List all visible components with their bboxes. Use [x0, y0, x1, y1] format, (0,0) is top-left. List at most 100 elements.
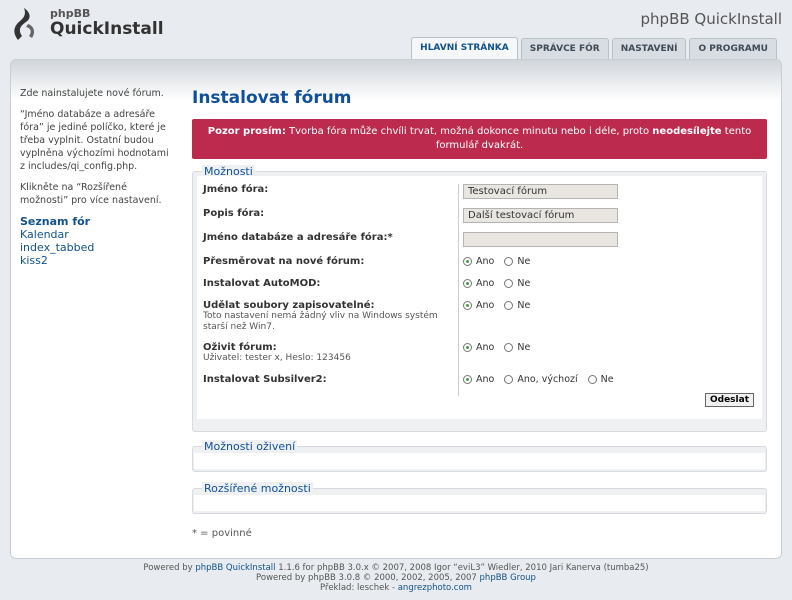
redirect-no-radio[interactable]: Ne [504, 256, 530, 267]
radio-dot [504, 343, 514, 352]
subsilver-label: Instalovat Subsilver2: [203, 374, 459, 396]
radio-label: Ne [517, 342, 531, 353]
row-db-name: Jméno databáze a adresáře fóra:* [203, 232, 756, 256]
tab-board-manager[interactable]: SPRÁVCE FÓR [520, 38, 609, 59]
radio-dot [504, 301, 514, 310]
board-name-input[interactable] [463, 184, 618, 199]
radio-label: Ano, výchozí [517, 374, 578, 385]
radio-dot [463, 375, 472, 384]
radio-dot [504, 375, 514, 384]
populate-options-legend[interactable]: Možnosti oživení [202, 440, 298, 453]
phpbb-logo-icon [14, 8, 35, 40]
populate-label-wrap: Oživit fórum: Uživatel: tester x, Heslo: … [203, 342, 459, 374]
header: phpBB QuickInstall phpBB QuickInstall HL… [0, 0, 792, 60]
translator-link[interactable]: angrezphoto.com [398, 583, 472, 593]
footer-line-3: Překlad: leschek - angrezphoto.com [0, 583, 792, 593]
advanced-options-body [194, 495, 765, 511]
redirect-label: Přesměrovat na nové fórum: [203, 256, 459, 278]
radio-label: Ne [600, 374, 614, 385]
radio-dot [463, 279, 472, 288]
sidebar-note: “Jméno databáze a adresáře fóra” je jedi… [20, 109, 169, 172]
row-populate: Oživit fórum: Uživatel: tester x, Heslo: … [203, 342, 756, 374]
board-list-title: Seznam fór [20, 215, 91, 228]
radio-label: Ne [517, 300, 531, 311]
advanced-options-fieldset[interactable]: Rozšířené možnosti [192, 482, 767, 514]
radio-label: Ne [517, 278, 531, 289]
radio-dot [587, 375, 597, 384]
footer-quickinstall-credit: 1.1.6 for phpBB 3.0.x © 2007, 2008 Igor … [278, 563, 649, 573]
writable-no-radio[interactable]: Ne [504, 300, 530, 311]
radio-dot [504, 257, 514, 266]
footer-powered-prefix: Powered by [143, 563, 193, 573]
sidebar-advanced-hint: Klikněte na “Rozšířené možnosti” pro víc… [20, 182, 162, 206]
automod-label: Instalovat AutoMOD: [203, 278, 459, 300]
main-content: Instalovat fórum Pozor prosím: Tvorba fó… [192, 86, 767, 514]
subsilver-yes-radio[interactable]: Ano [463, 374, 494, 385]
db-name-label: Jméno databáze a adresáře fóra:* [203, 232, 459, 256]
warning-box: Pozor prosím: Tvorba fóra může chvíli tr… [192, 119, 767, 159]
board-link-index-tabbed[interactable]: index_tabbed [20, 241, 170, 254]
main-tabs: HLAVNÍ STRÁNKA SPRÁVCE FÓR NASTAVENÍ O P… [411, 37, 777, 60]
automod-no-radio[interactable]: Ne [504, 278, 530, 289]
row-board-name: Jméno fóra: [203, 184, 756, 208]
phpbb-logo[interactable]: phpBB QuickInstall [10, 4, 164, 44]
populate-no-radio[interactable]: Ne [504, 342, 530, 353]
writable-label: Udělat soubory zapisovatelné: [203, 300, 375, 311]
subsilver-yes-default-radio[interactable]: Ano, výchozí [504, 374, 578, 385]
board-desc-label: Popis fóra: [203, 208, 459, 232]
populate-options-body [194, 453, 765, 469]
board-link-kiss2[interactable]: kiss2 [20, 254, 170, 267]
populate-label: Oživit fórum: [203, 342, 277, 353]
radio-dot [463, 257, 472, 266]
populate-options-fieldset[interactable]: Možnosti oživení [192, 440, 767, 472]
radio-label: Ano [476, 342, 495, 353]
board-link-kalendar[interactable]: Kalendar [20, 228, 170, 241]
footer-line-1: Powered by phpBB QuickInstall 1.1.6 for … [0, 563, 792, 573]
row-subsilver: Instalovat Subsilver2: Ano Ano, výchozí … [203, 374, 756, 396]
row-redirect: Přesměrovat na nové fórum: Ano Ne [203, 256, 756, 278]
warning-label: Pozor prosím: [207, 126, 286, 137]
radio-label: Ano [476, 300, 495, 311]
radio-label: Ano [476, 278, 495, 289]
brand-title: phpBB QuickInstall [640, 10, 782, 28]
row-board-desc: Popis fóra: [203, 208, 756, 232]
required-note: * = povinné [192, 528, 252, 539]
options-fieldset: Možnosti Jméno fóra: Popis fóra: Jméno d… [192, 165, 767, 432]
populate-yes-radio[interactable]: Ano [463, 342, 494, 353]
redirect-yes-radio[interactable]: Ano [463, 256, 494, 267]
board-desc-input[interactable] [463, 208, 618, 223]
warning-text: Tvorba fóra může chvíli trvat, možná dok… [289, 126, 650, 137]
writable-hint: Toto nastavení nemá žádný vliv na Window… [203, 311, 438, 332]
db-name-input[interactable] [463, 232, 618, 247]
populate-hint: Uživatel: tester x, Heslo: 123456 [203, 353, 351, 363]
row-automod: Instalovat AutoMOD: Ano Ne [203, 278, 756, 300]
footer-line-2: Powered by phpBB 3.0.8 © 2000, 2002, 200… [0, 573, 792, 583]
radio-dot [463, 343, 472, 352]
content-panel: Zde nainstalujete nové fórum. “Jméno dat… [10, 59, 782, 559]
warning-emphasis: neodesílejte [652, 126, 722, 137]
radio-dot [463, 301, 472, 310]
row-writable: Udělat soubory zapisovatelné: Toto nastav… [203, 300, 756, 342]
quickinstall-link[interactable]: phpBB QuickInstall [195, 563, 275, 573]
sidebar: Zde nainstalujete nové fórum. “Jméno dat… [20, 87, 170, 267]
radio-label: Ano [476, 256, 495, 267]
radio-label: Ano [476, 374, 495, 385]
writable-yes-radio[interactable]: Ano [463, 300, 494, 311]
footer-translation: Překlad: leschek - [320, 583, 396, 593]
tab-main-page[interactable]: HLAVNÍ STRÁNKA [411, 37, 518, 60]
footer: Powered by phpBB QuickInstall 1.1.6 for … [0, 563, 792, 593]
logo-big-text: QuickInstall [50, 19, 164, 39]
phpbb-group-link[interactable]: phpBB Group [480, 573, 536, 583]
advanced-options-legend[interactable]: Rozšířené možnosti [202, 482, 313, 495]
tab-settings[interactable]: NASTAVENÍ [611, 38, 687, 59]
submit-button[interactable]: Odeslat [704, 393, 754, 407]
footer-phpbb-credit: Powered by phpBB 3.0.8 © 2000, 2002, 200… [256, 573, 477, 583]
page-title: Instalovat fórum [192, 88, 352, 108]
radio-label: Ne [517, 256, 531, 267]
tab-about[interactable]: O PROGRAMU [689, 38, 777, 59]
automod-yes-radio[interactable]: Ano [463, 278, 494, 289]
radio-dot [504, 279, 514, 288]
sidebar-intro: Zde nainstalujete nové fórum. [20, 88, 164, 99]
board-name-label: Jméno fóra: [203, 184, 459, 208]
subsilver-no-radio[interactable]: Ne [587, 374, 614, 385]
